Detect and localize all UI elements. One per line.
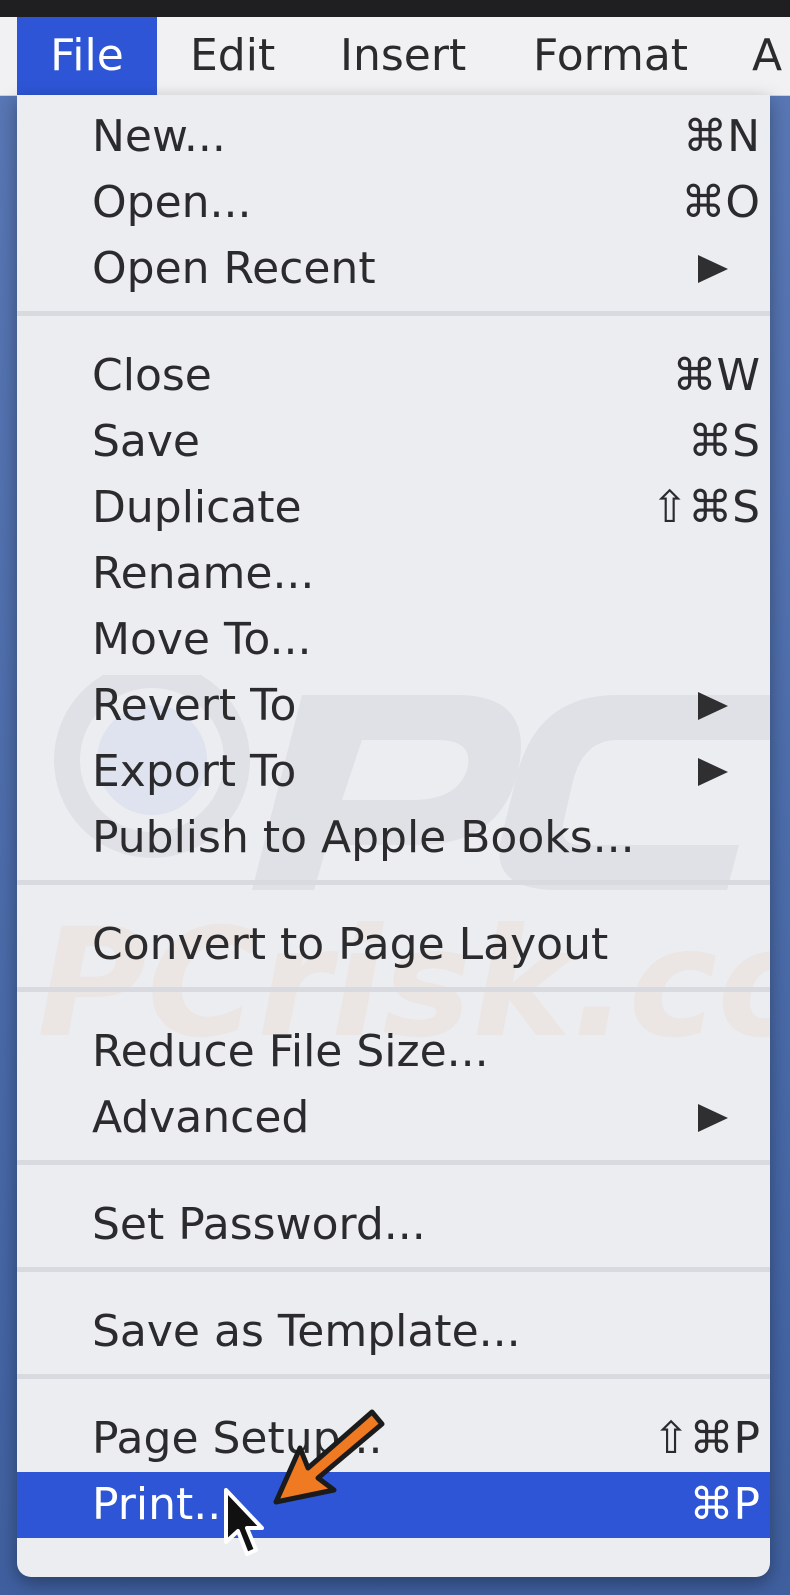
menu-item-move-to[interactable]: Move To... bbox=[17, 607, 770, 673]
menu-item-label: Open... bbox=[92, 177, 252, 228]
menu-item-set-password[interactable]: Set Password... bbox=[17, 1192, 770, 1258]
menu-item-open-recent[interactable]: Open Recent bbox=[17, 236, 770, 302]
menu-item-label: Set Password... bbox=[92, 1199, 426, 1250]
menu-item-label: New... bbox=[92, 111, 226, 162]
menu-item-publish-to-apple-books[interactable]: Publish to Apple Books... bbox=[17, 805, 770, 871]
submenu-triangle-icon bbox=[698, 692, 728, 720]
menu-item-label: Advanced bbox=[92, 1092, 310, 1143]
menu-item-label: Save bbox=[92, 416, 201, 467]
menu-item-open[interactable]: Open... ⌘O bbox=[17, 170, 770, 236]
orange-pointer-arrow-icon bbox=[273, 1409, 385, 1505]
menu-bar: File Edit Insert Format A bbox=[0, 17, 790, 96]
menu-item-label: Save as Template... bbox=[92, 1306, 521, 1357]
menu-item-print[interactable]: Print... ⌘P bbox=[17, 1472, 770, 1538]
menu-separator bbox=[17, 311, 770, 316]
keyboard-shortcut: ⌘W bbox=[672, 350, 760, 401]
menu-separator bbox=[17, 1374, 770, 1379]
menu-item-export-to[interactable]: Export To bbox=[17, 739, 770, 805]
keyboard-shortcut: ⌘O bbox=[681, 177, 760, 228]
menu-item-convert-to-page-layout[interactable]: Convert to Page Layout bbox=[17, 912, 770, 978]
submenu-triangle-icon bbox=[698, 758, 728, 786]
menu-item-label: Convert to Page Layout bbox=[92, 919, 609, 970]
menu-item-label: Print... bbox=[92, 1479, 236, 1530]
submenu-triangle-icon bbox=[698, 255, 728, 283]
menu-item-advanced[interactable]: Advanced bbox=[17, 1085, 770, 1151]
keyboard-shortcut: ⌘S bbox=[688, 416, 760, 467]
file-menu-dropdown: PCrisk.com New...⌘NOpen...⌘OOpen RecentC… bbox=[17, 95, 770, 1577]
menu-item-page-setup[interactable]: Page Setup... ⇧⌘P bbox=[17, 1406, 770, 1472]
menu-item-close[interactable]: Close ⌘W bbox=[17, 343, 770, 409]
mouse-cursor-icon bbox=[224, 1488, 264, 1556]
menu-item-label: Revert To bbox=[92, 680, 297, 731]
keyboard-shortcut: ⌘N bbox=[683, 111, 760, 162]
menu-item-label: Export To bbox=[92, 746, 297, 797]
menu-item-revert-to[interactable]: Revert To bbox=[17, 673, 770, 739]
menu-item-duplicate[interactable]: Duplicate ⇧⌘S bbox=[17, 475, 770, 541]
submenu-triangle-icon bbox=[698, 1104, 728, 1132]
menubar-arrange-partial[interactable]: A bbox=[752, 17, 782, 95]
menu-item-label: Open Recent bbox=[92, 243, 376, 294]
menu-item-save[interactable]: Save ⌘S bbox=[17, 409, 770, 475]
menubar-format[interactable]: Format bbox=[533, 17, 688, 95]
menu-separator bbox=[17, 1160, 770, 1165]
menu-separator bbox=[17, 987, 770, 992]
menu-item-label: Rename... bbox=[92, 548, 315, 599]
menu-separator bbox=[17, 1267, 770, 1272]
keyboard-shortcut: ⌘P bbox=[689, 1479, 760, 1530]
menu-item-label: Duplicate bbox=[92, 482, 302, 533]
menu-item-new[interactable]: New... ⌘N bbox=[17, 104, 770, 170]
menu-item-label: Publish to Apple Books... bbox=[92, 812, 635, 863]
keyboard-shortcut: ⇧⌘S bbox=[651, 482, 760, 533]
menubar-file[interactable]: File bbox=[17, 17, 157, 95]
keyboard-shortcut: ⇧⌘P bbox=[652, 1413, 760, 1464]
menu-item-label: Close bbox=[92, 350, 212, 401]
menu-item-label: Move To... bbox=[92, 614, 312, 665]
menu-item-save-as-template[interactable]: Save as Template... bbox=[17, 1299, 770, 1365]
menu-separator bbox=[17, 880, 770, 885]
menu-item-label: Reduce File Size... bbox=[92, 1026, 489, 1077]
menu-item-reduce-file-size[interactable]: Reduce File Size... bbox=[17, 1019, 770, 1085]
menu-item-rename[interactable]: Rename... bbox=[17, 541, 770, 607]
screen-top-edge bbox=[0, 0, 790, 17]
menubar-insert[interactable]: Insert bbox=[340, 17, 466, 95]
menubar-edit[interactable]: Edit bbox=[190, 17, 275, 95]
